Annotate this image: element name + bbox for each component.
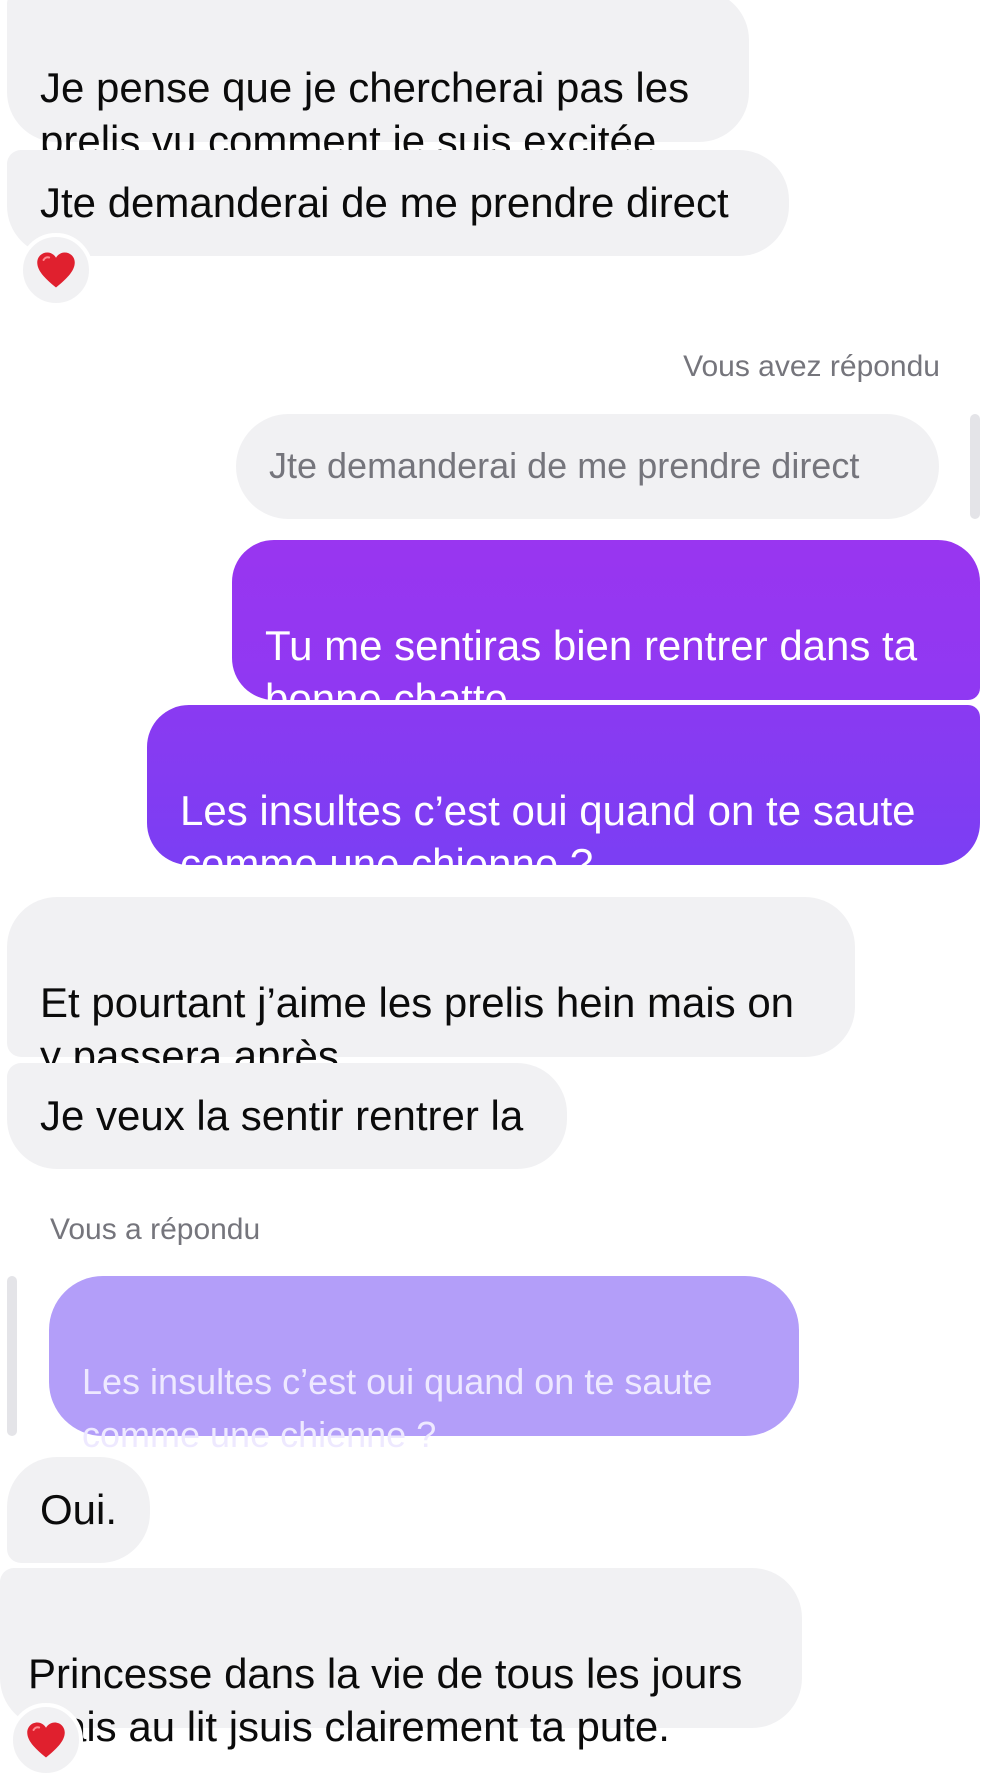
message-text: Je veux la sentir rentrer la <box>40 1092 524 1139</box>
message-text: Je pense que je chercherai pas les preli… <box>40 64 690 164</box>
message-text: Jte demanderai de me prendre direct <box>40 179 729 226</box>
reaction-badge[interactable] <box>9 1703 83 1777</box>
reply-indicator-bar <box>7 1276 17 1436</box>
heart-icon <box>27 1722 65 1758</box>
incoming-message[interactable]: Je veux la sentir rentrer la <box>7 1063 567 1169</box>
heart-icon <box>37 252 75 288</box>
incoming-message[interactable]: Princesse dans la vie de tous les jours … <box>0 1568 802 1750</box>
incoming-message[interactable]: Oui. <box>7 1457 150 1563</box>
reply-label: Vous a répondu <box>50 1213 261 1246</box>
quoted-text: Jte demanderai de me prendre direct <box>269 445 860 486</box>
message-text: Les insultes c’est oui quand on te saute… <box>180 787 916 887</box>
reply-indicator-bar <box>970 414 980 519</box>
reply-label: Vous avez répondu <box>683 350 940 383</box>
incoming-message[interactable]: Jte demanderai de me prendre direct <box>7 150 789 256</box>
incoming-message[interactable]: Et pourtant j’aime les prelis hein mais … <box>7 897 855 1079</box>
message-text: Oui. <box>40 1486 118 1533</box>
quoted-text: Les insultes c’est oui quand on te saute… <box>82 1361 713 1455</box>
quoted-reply[interactable]: Les insultes c’est oui quand on te saute… <box>49 1276 799 1455</box>
outgoing-message[interactable]: Tu me sentiras bien rentrer dans ta bonn… <box>232 540 980 722</box>
outgoing-message[interactable]: Les insultes c’est oui quand on te saute… <box>147 705 980 887</box>
quoted-reply[interactable]: Jte demanderai de me prendre direct <box>236 414 939 519</box>
message-text: Princesse dans la vie de tous les jours … <box>28 1650 743 1750</box>
incoming-message[interactable]: Je pense que je chercherai pas les preli… <box>7 0 749 164</box>
reaction-badge[interactable] <box>19 233 93 307</box>
